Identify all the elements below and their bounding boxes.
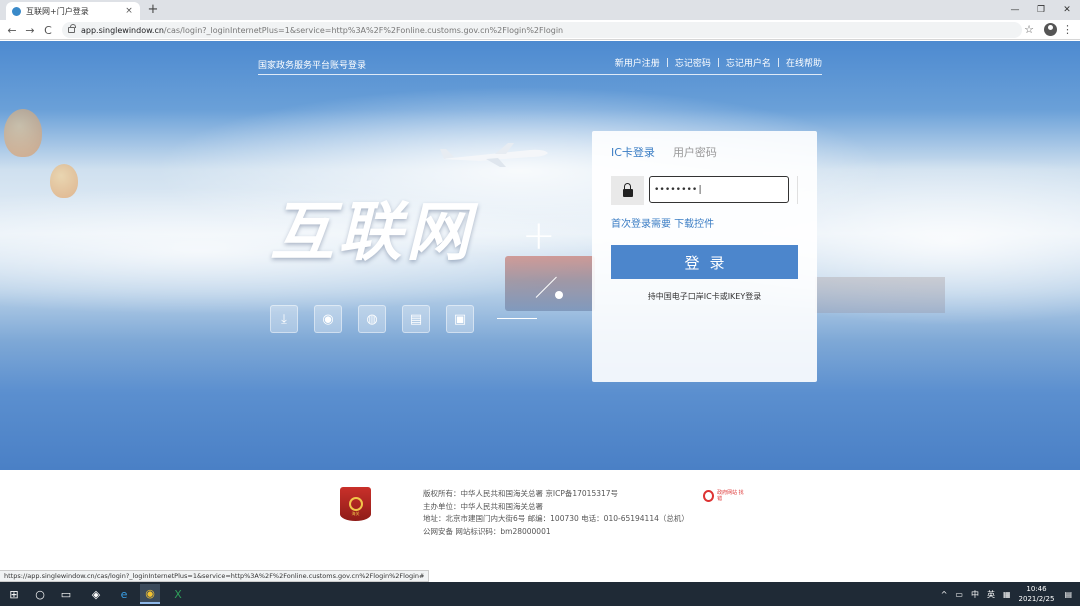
forgot-password-link[interactable]: 忘记密码 xyxy=(675,56,711,69)
separator: | xyxy=(716,57,720,68)
separator: | xyxy=(776,57,780,68)
browser-tab[interactable]: 互联网+门户登录 × xyxy=(6,2,140,20)
windows-start-icon[interactable]: ⊞ xyxy=(4,584,24,604)
cargo-ship-image xyxy=(815,277,945,313)
login-button[interactable]: 登录 xyxy=(611,245,798,279)
footer: 海关 版权所有：中华人民共和国海关总署 京ICP备17015317号 主办单位：… xyxy=(0,470,1080,582)
balloon-icon xyxy=(50,164,78,198)
hero-banner: 国家政务服务平台账号登录 新用户注册 | 忘记密码 | 忘记用户名 | 在线帮助… xyxy=(0,41,1080,470)
app-icon[interactable]: ◈ xyxy=(86,584,106,604)
download-plugin-link[interactable]: 首次登录需要 下载控件 xyxy=(611,215,714,230)
excel-icon[interactable]: X xyxy=(168,584,188,604)
emblem-ring xyxy=(348,497,363,511)
copyright-line: 版权所有：中华人民共和国海关总署 京ICP备17015317号 xyxy=(423,489,619,498)
window-controls: — ❐ ✕ xyxy=(1002,0,1080,20)
divider xyxy=(797,176,798,204)
browser-tab-bar: 互联网+门户登录 × + — ❐ ✕ xyxy=(0,0,1080,20)
login-tabs: IC卡登录 用户密码 xyxy=(611,144,717,160)
tab-title: 互联网+门户登录 xyxy=(26,6,89,16)
address-line: 地址：北京市建国门内大街6号 邮编：100730 电话：010-65194114… xyxy=(423,514,689,523)
monitor-icon[interactable]: ▣ xyxy=(446,305,474,333)
download-icon[interactable]: ⤓ xyxy=(270,305,298,333)
balloon-icon xyxy=(4,109,42,157)
gov-badge-text: 政府网站 找错 xyxy=(717,490,744,502)
login-panel: IC卡登录 用户密码 首次登录需要 下载控件 登录 持中国电子口岸IC卡或IKE… xyxy=(592,131,817,382)
grid-icon[interactable]: ▦ xyxy=(1003,590,1011,599)
search-error-icon xyxy=(703,490,715,502)
gov-site-badge[interactable]: 政府网站 找错 xyxy=(703,488,745,504)
clock[interactable]: 10:46 2021/2/25 xyxy=(1019,584,1055,604)
footer-info: 版权所有：中华人民共和国海关总署 京ICP备17015317号 主办单位：中华人… xyxy=(423,488,689,538)
tab-ic-card-login[interactable]: IC卡登录 xyxy=(611,144,655,160)
decorative-line xyxy=(497,318,537,319)
decorative-dot xyxy=(555,291,563,299)
close-window-button[interactable]: ✕ xyxy=(1054,0,1080,20)
back-button[interactable]: ← xyxy=(4,22,20,38)
login-note: 持中国电子口岸IC卡或IKEY登录 xyxy=(647,292,762,301)
url-input[interactable]: app.singlewindow.cn/cas/login?_loginInte… xyxy=(62,22,1022,38)
reload-button[interactable]: C xyxy=(40,22,56,38)
internet-plus-logo: 互联网 xyxy=(270,195,474,270)
chrome-browser-icon[interactable]: ◉ xyxy=(140,584,160,604)
online-help-link[interactable]: 在线帮助 xyxy=(786,56,822,69)
favicon-icon xyxy=(12,6,21,16)
ime-indicator[interactable]: 英 xyxy=(987,589,995,600)
globe-icon[interactable]: ◍ xyxy=(358,305,386,333)
maximize-button[interactable]: ❐ xyxy=(1028,0,1054,20)
profile-avatar-icon[interactable] xyxy=(1044,23,1057,36)
lock-icon[interactable] xyxy=(68,24,76,33)
lock-icon xyxy=(622,182,633,197)
airplane-icon xyxy=(440,143,548,167)
bookmark-star-icon[interactable]: ☆ xyxy=(1022,22,1036,38)
feature-icon-row: ⤓ ◉ ◍ ▤ ▣ xyxy=(270,305,490,333)
password-lock-box xyxy=(611,176,644,205)
url-host: app.singlewindow.cn xyxy=(81,25,164,35)
tab-password-login[interactable]: 用户密码 xyxy=(673,144,717,160)
clock-time: 10:46 xyxy=(1026,585,1047,593)
volume-icon[interactable]: 中 xyxy=(971,589,979,600)
new-tab-button[interactable]: + xyxy=(146,2,160,18)
forward-button[interactable]: → xyxy=(22,22,38,38)
card-password-input[interactable] xyxy=(649,176,789,203)
taskbar: ⊞ ○ ▭ ◈ e ◉ X ^ ▭ 中 英 ▦ 10:46 2021/2/25 … xyxy=(0,582,1080,606)
emblem-label: 海关 xyxy=(351,511,360,516)
logo-plus: + xyxy=(522,213,556,259)
edge-browser-icon[interactable]: e xyxy=(114,584,134,604)
tray-caret-icon[interactable]: ^ xyxy=(941,590,948,599)
address-bar: ← → C app.singlewindow.cn/cas/login?_log… xyxy=(0,20,1080,40)
url-path: /cas/login?_loginInternetPlus=1&service=… xyxy=(163,25,564,35)
network-icon[interactable]: ▭ xyxy=(955,590,963,599)
organizer-line: 主办单位：中华人民共和国海关总署 xyxy=(423,501,543,511)
status-bar-url: https://app.singlewindow.cn/cas/login?_l… xyxy=(0,570,430,582)
notification-icon[interactable]: ▤ xyxy=(1064,590,1072,599)
site-id-line: 公网安备 网站标识码：bm28000001 xyxy=(423,526,551,536)
separator: | xyxy=(665,57,669,68)
document-icon[interactable]: ▤ xyxy=(402,305,430,333)
forgot-username-link[interactable]: 忘记用户名 xyxy=(726,56,771,69)
search-icon[interactable]: ○ xyxy=(30,584,50,604)
clock-date: 2021/2/25 xyxy=(1018,595,1055,603)
register-link[interactable]: 新用户注册 xyxy=(615,56,660,69)
minimize-button[interactable]: — xyxy=(1002,0,1028,20)
top-header: 国家政务服务平台账号登录 新用户注册 | 忘记密码 | 忘记用户名 | 在线帮助 xyxy=(258,51,822,75)
browser-menu-icon[interactable]: ⋮ xyxy=(1062,22,1073,38)
customs-emblem-icon: 海关 xyxy=(340,487,371,521)
system-tray: ^ ▭ 中 英 ▦ 10:46 2021/2/25 ▤ xyxy=(941,582,1080,606)
wifi-icon[interactable]: ◉ xyxy=(314,305,342,333)
platform-title: 国家政务服务平台账号登录 xyxy=(258,61,367,71)
top-links: 新用户注册 | 忘记密码 | 忘记用户名 | 在线帮助 xyxy=(615,56,822,70)
task-view-icon[interactable]: ▭ xyxy=(56,584,76,604)
tab-close-button[interactable]: × xyxy=(124,6,134,16)
